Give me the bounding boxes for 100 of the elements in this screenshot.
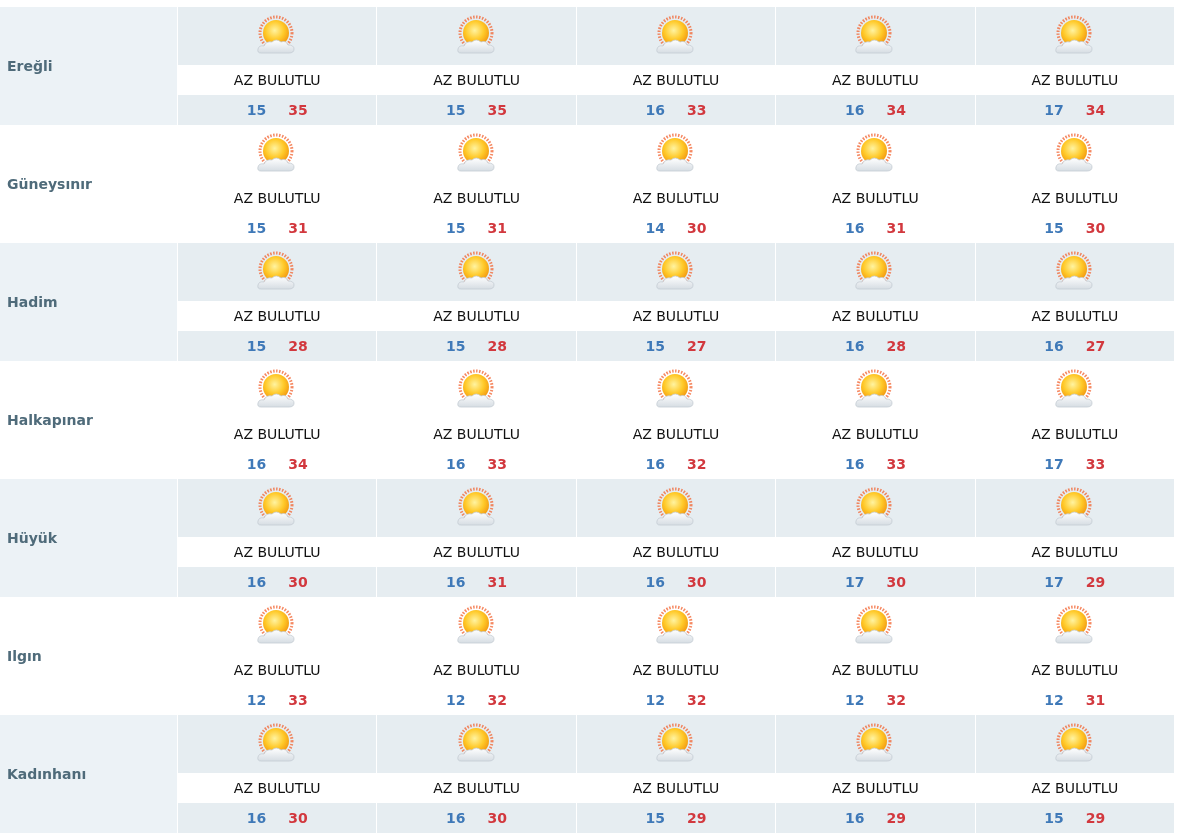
high-temperature: 30	[1085, 218, 1106, 238]
high-temperature: 28	[288, 336, 308, 356]
weather-condition: AZ BULUTLU	[832, 424, 919, 444]
location-name: Hüyük	[7, 528, 58, 548]
low-temperature: 16	[645, 454, 665, 474]
weather-condition: AZ BULUTLU	[832, 306, 919, 326]
weather-condition: AZ BULUTLU	[1031, 778, 1119, 798]
high-temperature: 29	[1085, 808, 1106, 828]
low-temperature: 12	[844, 690, 865, 710]
weather-condition: AZ BULUTLU	[233, 306, 321, 326]
weather-condition: AZ BULUTLU	[1031, 70, 1119, 90]
low-temperature: 15	[246, 218, 267, 238]
low-temperature: 15	[446, 336, 466, 356]
low-temperature: 16	[446, 572, 466, 592]
weather-condition: AZ BULUTLU	[832, 70, 919, 90]
weather-condition: AZ BULUTLU	[632, 306, 720, 326]
low-temperature: 12	[446, 690, 466, 710]
weather-condition: AZ BULUTLU	[632, 778, 720, 798]
low-temperature: 14	[645, 218, 665, 238]
high-temperature: 33	[1085, 454, 1106, 474]
weather-condition: AZ BULUTLU	[233, 778, 321, 798]
high-temperature: 30	[687, 218, 707, 238]
high-temperature: 30	[886, 572, 906, 592]
location-name: Halkapınar	[7, 410, 93, 430]
low-temperature: 15	[1044, 218, 1064, 238]
location-name: Ereğli	[7, 56, 53, 76]
low-temperature: 16	[645, 572, 665, 592]
weather-condition: AZ BULUTLU	[632, 424, 720, 444]
high-temperature: 30	[487, 808, 508, 828]
weather-condition: AZ BULUTLU	[832, 542, 919, 562]
weather-condition: AZ BULUTLU	[632, 188, 720, 208]
high-temperature: 30	[687, 572, 707, 592]
weather-condition: AZ BULUTLU	[1031, 188, 1119, 208]
weather-condition: AZ BULUTLU	[1031, 660, 1119, 680]
low-temperature: 16	[446, 808, 466, 828]
high-temperature: 34	[1085, 100, 1106, 120]
low-temperature: 17	[1044, 454, 1064, 474]
low-temperature: 16	[1044, 336, 1064, 356]
high-temperature: 31	[487, 572, 508, 592]
low-temperature: 12	[246, 690, 267, 710]
high-temperature: 31	[886, 218, 906, 238]
low-temperature: 17	[1044, 572, 1064, 592]
weather-condition: AZ BULUTLU	[1031, 542, 1119, 562]
weather-condition: AZ BULUTLU	[832, 660, 919, 680]
low-temperature: 16	[246, 808, 267, 828]
location-name: Ilgın	[7, 646, 42, 666]
weather-condition: AZ BULUTLU	[233, 70, 321, 90]
weather-condition: AZ BULUTLU	[433, 542, 520, 562]
low-temperature: 12	[645, 690, 665, 710]
high-temperature: 29	[886, 808, 906, 828]
low-temperature: 16	[844, 218, 865, 238]
high-temperature: 28	[487, 336, 508, 356]
high-temperature: 31	[487, 218, 508, 238]
low-temperature: 15	[446, 218, 466, 238]
weather-condition: AZ BULUTLU	[1031, 306, 1119, 326]
low-temperature: 15	[645, 808, 665, 828]
low-temperature: 16	[246, 572, 267, 592]
weather-condition: AZ BULUTLU	[433, 660, 520, 680]
high-temperature: 27	[1085, 336, 1106, 356]
high-temperature: 30	[288, 808, 308, 828]
weather-condition: AZ BULUTLU	[233, 424, 321, 444]
high-temperature: 32	[487, 690, 508, 710]
weather-condition: AZ BULUTLU	[433, 70, 520, 90]
low-temperature: 12	[1044, 690, 1064, 710]
weather-condition: AZ BULUTLU	[632, 70, 720, 90]
weather-condition: AZ BULUTLU	[433, 424, 520, 444]
high-temperature: 34	[886, 100, 906, 120]
high-temperature: 33	[886, 454, 906, 474]
weather-condition: AZ BULUTLU	[832, 778, 919, 798]
high-temperature: 34	[288, 454, 308, 474]
weather-condition: AZ BULUTLU	[433, 306, 520, 326]
weather-condition: AZ BULUTLU	[832, 188, 919, 208]
low-temperature: 15	[645, 336, 665, 356]
high-temperature: 29	[1085, 572, 1106, 592]
high-temperature: 31	[1085, 690, 1106, 710]
high-temperature: 32	[886, 690, 906, 710]
low-temperature: 15	[446, 100, 466, 120]
high-temperature: 33	[687, 100, 707, 120]
high-temperature: 32	[687, 454, 707, 474]
high-temperature: 28	[886, 336, 906, 356]
high-temperature: 32	[687, 690, 707, 710]
low-temperature: 15	[1044, 808, 1064, 828]
weather-condition: AZ BULUTLU	[233, 188, 321, 208]
location-name: Hadim	[7, 292, 58, 312]
low-temperature: 16	[246, 454, 267, 474]
high-temperature: 31	[288, 218, 308, 238]
high-temperature: 27	[687, 336, 707, 356]
weather-condition: AZ BULUTLU	[433, 778, 520, 798]
low-temperature: 16	[645, 100, 665, 120]
location-name: Güneysınır	[7, 174, 92, 194]
weather-condition: AZ BULUTLU	[433, 188, 520, 208]
weather-condition: AZ BULUTLU	[233, 660, 321, 680]
high-temperature: 33	[288, 690, 308, 710]
high-temperature: 35	[288, 100, 308, 120]
high-temperature: 29	[687, 808, 707, 828]
low-temperature: 15	[246, 100, 267, 120]
high-temperature: 30	[288, 572, 308, 592]
low-temperature: 16	[844, 336, 865, 356]
low-temperature: 16	[844, 808, 865, 828]
low-temperature: 17	[1044, 100, 1064, 120]
